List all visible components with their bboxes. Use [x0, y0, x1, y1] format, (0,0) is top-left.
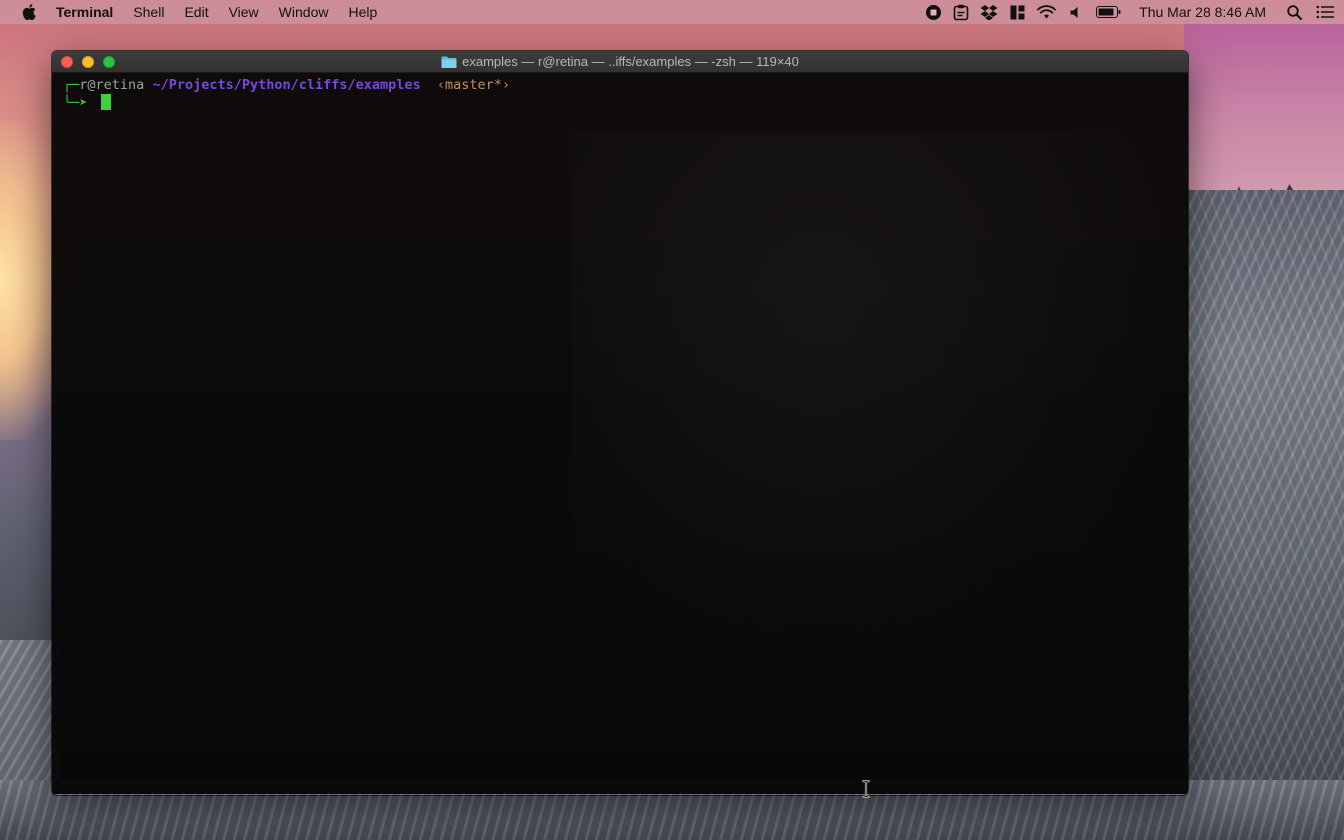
- wallpaper-cliff: [1186, 190, 1344, 840]
- translucent-wallpaper-shade: [572, 133, 1188, 693]
- dropbox-icon[interactable]: [975, 0, 1003, 24]
- prompt-corner-top: ┌─: [63, 77, 80, 93]
- terminal-content[interactable]: ┌─r@retina ~/Projects/Python/cliffs/exam…: [52, 73, 1188, 794]
- window-title-group: examples — r@retina — ..iffs/examples — …: [441, 54, 799, 69]
- ibeam-cursor-icon: [862, 780, 870, 798]
- battery-icon[interactable]: [1091, 0, 1125, 24]
- prompt-cwd: ~/Projects/Python/cliffs/examples: [152, 77, 421, 93]
- menu-shell[interactable]: Shell: [133, 0, 164, 24]
- menu-help[interactable]: Help: [348, 0, 377, 24]
- title-bar[interactable]: examples — r@retina — ..iffs/examples — …: [52, 51, 1188, 73]
- minimize-button[interactable]: [82, 56, 94, 68]
- prompt-git-branch: ‹master*›: [436, 77, 511, 93]
- menu-bar: Terminal Shell Edit View Window Help Thu…: [0, 0, 1344, 24]
- search-icon[interactable]: [1282, 0, 1306, 24]
- wifi-icon[interactable]: [1031, 0, 1061, 24]
- folder-icon: [441, 56, 457, 68]
- traffic-lights: [61, 56, 124, 68]
- menu-app-name[interactable]: Terminal: [56, 0, 113, 24]
- list-icon[interactable]: [1306, 0, 1344, 24]
- menu-clock[interactable]: Thu Mar 28 8:46 AM: [1139, 4, 1266, 20]
- close-button[interactable]: [61, 56, 73, 68]
- prompt-line-2[interactable]: ╰─➤: [63, 94, 1188, 111]
- prompt-arrow: ╰─➤: [63, 95, 88, 111]
- prompt-user-host: r@retina: [79, 77, 145, 93]
- text-cursor: [101, 94, 112, 110]
- status-area: Thu Mar 28 8:46 AM: [919, 0, 1344, 24]
- volume-icon[interactable]: [1061, 0, 1091, 24]
- clipboard-icon[interactable]: [947, 0, 975, 24]
- window-title: examples — r@retina — ..iffs/examples — …: [462, 54, 799, 69]
- record-icon[interactable]: [919, 0, 947, 24]
- window-icon[interactable]: [1003, 0, 1031, 24]
- apple-icon[interactable]: [22, 4, 38, 20]
- terminal-window[interactable]: examples — r@retina — ..iffs/examples — …: [52, 51, 1188, 795]
- prompt-line-1: ┌─r@retina ~/Projects/Python/cliffs/exam…: [63, 77, 1188, 94]
- zoom-button[interactable]: [103, 56, 115, 68]
- menu-window[interactable]: Window: [279, 0, 329, 24]
- menu-view[interactable]: View: [229, 0, 259, 24]
- menu-edit[interactable]: Edit: [184, 0, 208, 24]
